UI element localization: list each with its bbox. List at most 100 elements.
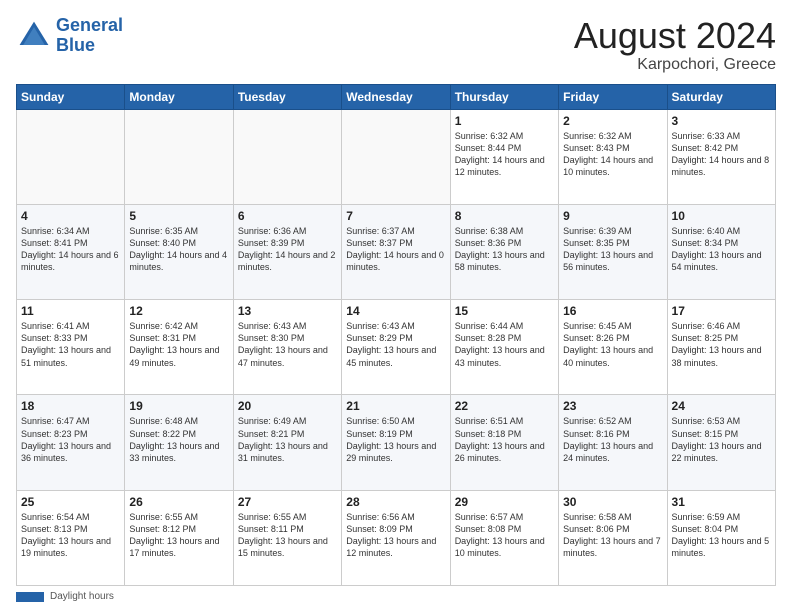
- day-number: 8: [455, 209, 554, 223]
- calendar-cell: 29 Sunrise: 6:57 AM Sunset: 8:08 PM Dayli…: [450, 490, 558, 585]
- day-number: 12: [129, 304, 228, 318]
- calendar-cell: 5Sunrise: 6:35 AM Sunset: 8:40 PM Daylig…: [125, 204, 233, 299]
- day-number: 10: [672, 209, 771, 223]
- logo-icon: [16, 18, 52, 54]
- day-number: 17: [672, 304, 771, 318]
- calendar-cell: [125, 109, 233, 204]
- day-number: 2: [563, 114, 662, 128]
- main-title: August 2024: [574, 16, 776, 56]
- calendar-cell: 11 Sunrise: 6:41 AM Sunset: 8:33 PM Dayli…: [17, 300, 125, 395]
- calendar-weekday-monday: Monday: [125, 84, 233, 109]
- day-number: 5: [129, 209, 228, 223]
- calendar-weekday-tuesday: Tuesday: [233, 84, 341, 109]
- calendar-cell: 1Sunrise: 6:32 AM Sunset: 8:44 PM Daylig…: [450, 109, 558, 204]
- day-info: Sunrise: 6:54 AM Sunset: 8:13 PM Dayligh…: [21, 511, 120, 560]
- day-number: 27: [238, 495, 337, 509]
- legend-box: [16, 592, 44, 602]
- day-number: 16: [563, 304, 662, 318]
- calendar-cell: 24 Sunrise: 6:53 AM Sunset: 8:15 PM Dayli…: [667, 395, 775, 490]
- day-number: 25: [21, 495, 120, 509]
- day-info: Sunrise: 6:41 AM Sunset: 8:33 PM Dayligh…: [21, 320, 120, 369]
- day-number: 22: [455, 399, 554, 413]
- calendar-cell: 23 Sunrise: 6:52 AM Sunset: 8:16 PM Dayli…: [559, 395, 667, 490]
- calendar-cell: 13 Sunrise: 6:43 AM Sunset: 8:30 PM Dayli…: [233, 300, 341, 395]
- calendar-cell: 4 Sunrise: 6:34 AM Sunset: 8:41 PM Daylig…: [17, 204, 125, 299]
- calendar-weekday-friday: Friday: [559, 84, 667, 109]
- day-info: Sunrise: 6:51 AM Sunset: 8:18 PM Dayligh…: [455, 415, 554, 464]
- day-info: Sunrise: 6:56 AM Sunset: 8:09 PM Dayligh…: [346, 511, 445, 560]
- calendar-cell: 3Sunrise: 6:33 AM Sunset: 8:42 PM Daylig…: [667, 109, 775, 204]
- calendar-cell: 18 Sunrise: 6:47 AM Sunset: 8:23 PM Dayli…: [17, 395, 125, 490]
- calendar-cell: 17Sunrise: 6:46 AM Sunset: 8:25 PM Dayli…: [667, 300, 775, 395]
- day-number: 14: [346, 304, 445, 318]
- subtitle: Karpochori, Greece: [574, 56, 776, 74]
- calendar-weekday-wednesday: Wednesday: [342, 84, 450, 109]
- day-info: Sunrise: 6:53 AM Sunset: 8:15 PM Dayligh…: [672, 415, 771, 464]
- day-info: Sunrise: 6:55 AM Sunset: 8:12 PM Dayligh…: [129, 511, 228, 560]
- calendar-cell: 25 Sunrise: 6:54 AM Sunset: 8:13 PM Dayli…: [17, 490, 125, 585]
- day-info: Sunrise: 6:49 AM Sunset: 8:21 PM Dayligh…: [238, 415, 337, 464]
- day-info: Sunrise: 6:38 AM Sunset: 8:36 PM Dayligh…: [455, 225, 554, 274]
- day-info: Sunrise: 6:48 AM Sunset: 8:22 PM Dayligh…: [129, 415, 228, 464]
- calendar-weekday-thursday: Thursday: [450, 84, 558, 109]
- day-number: 30: [563, 495, 662, 509]
- day-number: 23: [563, 399, 662, 413]
- calendar-cell: 22 Sunrise: 6:51 AM Sunset: 8:18 PM Dayli…: [450, 395, 558, 490]
- calendar-cell: 30 Sunrise: 6:58 AM Sunset: 8:06 PM Dayli…: [559, 490, 667, 585]
- calendar-cell: 14 Sunrise: 6:43 AM Sunset: 8:29 PM Dayli…: [342, 300, 450, 395]
- calendar-cell: [342, 109, 450, 204]
- calendar-cell: 10Sunrise: 6:40 AM Sunset: 8:34 PM Dayli…: [667, 204, 775, 299]
- day-info: Sunrise: 6:36 AM Sunset: 8:39 PM Dayligh…: [238, 225, 337, 274]
- calendar-cell: 28 Sunrise: 6:56 AM Sunset: 8:09 PM Dayli…: [342, 490, 450, 585]
- day-number: 6: [238, 209, 337, 223]
- day-number: 21: [346, 399, 445, 413]
- calendar-cell: 19Sunrise: 6:48 AM Sunset: 8:22 PM Dayli…: [125, 395, 233, 490]
- day-info: Sunrise: 6:52 AM Sunset: 8:16 PM Dayligh…: [563, 415, 662, 464]
- day-info: Sunrise: 6:43 AM Sunset: 8:30 PM Dayligh…: [238, 320, 337, 369]
- calendar-cell: 31Sunrise: 6:59 AM Sunset: 8:04 PM Dayli…: [667, 490, 775, 585]
- day-number: 18: [21, 399, 120, 413]
- day-number: 4: [21, 209, 120, 223]
- day-number: 11: [21, 304, 120, 318]
- day-info: Sunrise: 6:55 AM Sunset: 8:11 PM Dayligh…: [238, 511, 337, 560]
- calendar-cell: 26 Sunrise: 6:55 AM Sunset: 8:12 PM Dayli…: [125, 490, 233, 585]
- calendar-body: 1Sunrise: 6:32 AM Sunset: 8:44 PM Daylig…: [17, 109, 776, 585]
- calendar-cell: 9 Sunrise: 6:39 AM Sunset: 8:35 PM Daylig…: [559, 204, 667, 299]
- day-info: Sunrise: 6:50 AM Sunset: 8:19 PM Dayligh…: [346, 415, 445, 464]
- logo-line1: General: [56, 15, 123, 35]
- calendar-week-row: 11 Sunrise: 6:41 AM Sunset: 8:33 PM Dayli…: [17, 300, 776, 395]
- day-info: Sunrise: 6:57 AM Sunset: 8:08 PM Dayligh…: [455, 511, 554, 560]
- day-info: Sunrise: 6:47 AM Sunset: 8:23 PM Dayligh…: [21, 415, 120, 464]
- day-number: 13: [238, 304, 337, 318]
- day-info: Sunrise: 6:42 AM Sunset: 8:31 PM Dayligh…: [129, 320, 228, 369]
- calendar-cell: 15Sunrise: 6:44 AM Sunset: 8:28 PM Dayli…: [450, 300, 558, 395]
- day-number: 24: [672, 399, 771, 413]
- day-number: 28: [346, 495, 445, 509]
- day-info: Sunrise: 6:39 AM Sunset: 8:35 PM Dayligh…: [563, 225, 662, 274]
- calendar-cell: 7Sunrise: 6:37 AM Sunset: 8:37 PM Daylig…: [342, 204, 450, 299]
- calendar-weekday-sunday: Sunday: [17, 84, 125, 109]
- calendar-cell: 20 Sunrise: 6:49 AM Sunset: 8:21 PM Dayli…: [233, 395, 341, 490]
- day-number: 1: [455, 114, 554, 128]
- calendar-week-row: 25 Sunrise: 6:54 AM Sunset: 8:13 PM Dayli…: [17, 490, 776, 585]
- day-number: 26: [129, 495, 228, 509]
- calendar-cell: 16Sunrise: 6:45 AM Sunset: 8:26 PM Dayli…: [559, 300, 667, 395]
- day-number: 9: [563, 209, 662, 223]
- day-info: Sunrise: 6:58 AM Sunset: 8:06 PM Dayligh…: [563, 511, 662, 560]
- day-number: 29: [455, 495, 554, 509]
- calendar-cell: [233, 109, 341, 204]
- calendar-cell: 21 Sunrise: 6:50 AM Sunset: 8:19 PM Dayli…: [342, 395, 450, 490]
- page: General Blue August 2024 Karpochori, Gre…: [0, 0, 792, 612]
- calendar-week-row: 1Sunrise: 6:32 AM Sunset: 8:44 PM Daylig…: [17, 109, 776, 204]
- logo: General Blue: [16, 16, 123, 56]
- day-info: Sunrise: 6:44 AM Sunset: 8:28 PM Dayligh…: [455, 320, 554, 369]
- day-info: Sunrise: 6:43 AM Sunset: 8:29 PM Dayligh…: [346, 320, 445, 369]
- calendar-week-row: 4 Sunrise: 6:34 AM Sunset: 8:41 PM Daylig…: [17, 204, 776, 299]
- day-info: Sunrise: 6:33 AM Sunset: 8:42 PM Dayligh…: [672, 130, 771, 179]
- day-number: 20: [238, 399, 337, 413]
- legend: Daylight hours: [16, 591, 776, 602]
- calendar-cell: 2Sunrise: 6:32 AM Sunset: 8:43 PM Daylig…: [559, 109, 667, 204]
- day-info: Sunrise: 6:59 AM Sunset: 8:04 PM Dayligh…: [672, 511, 771, 560]
- calendar-table: SundayMondayTuesdayWednesdayThursdayFrid…: [16, 84, 776, 586]
- day-info: Sunrise: 6:34 AM Sunset: 8:41 PM Dayligh…: [21, 225, 120, 274]
